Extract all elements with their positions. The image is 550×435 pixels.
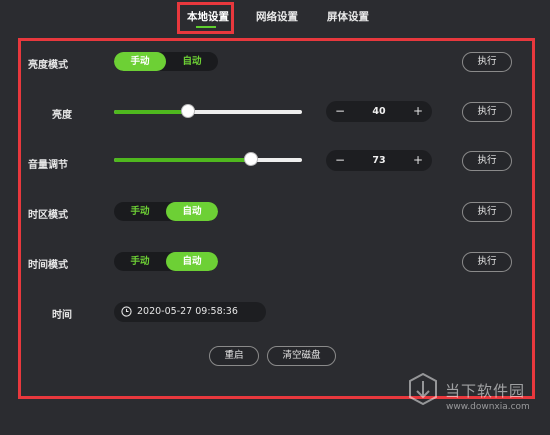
brightness-slider-fill	[114, 110, 188, 114]
timezone-mode-execute-button[interactable]: 执行	[462, 202, 512, 222]
brightness-slider-track[interactable]	[114, 104, 302, 118]
time-mode-manual-option[interactable]: 手动	[114, 252, 166, 271]
brightness-stepper: − 40 +	[326, 101, 432, 122]
brightness-mode-manual-option[interactable]: 手动	[114, 52, 166, 71]
timezone-mode-auto-option[interactable]: 自动	[166, 202, 218, 221]
clock-icon	[121, 306, 132, 317]
volume-stepper: − 73 +	[326, 150, 432, 171]
time-picker[interactable]: 2020-05-27 09:58:36	[114, 302, 266, 322]
brightness-increase-button[interactable]: +	[408, 101, 428, 122]
time-mode-toggle: 手动 自动	[114, 252, 218, 271]
timezone-mode-label: 时区模式	[28, 210, 68, 221]
clear-disk-button[interactable]: 清空磁盘	[267, 346, 336, 366]
brightness-mode-label: 亮度模式	[28, 60, 68, 71]
brightness-mode-toggle: 手动 自动	[114, 52, 218, 71]
brightness-label: 亮度	[52, 110, 72, 121]
content-highlight-box	[18, 38, 535, 399]
volume-label: 音量调节	[28, 160, 68, 171]
volume-slider-thumb[interactable]	[244, 152, 258, 166]
time-mode-label: 时间模式	[28, 260, 68, 271]
settings-page: 本地设置 网络设置 屏体设置 亮度模式 手动 自动 执行 亮度 − 40 + 执…	[0, 0, 550, 435]
brightness-mode-auto-option[interactable]: 自动	[166, 52, 218, 71]
timezone-mode-manual-option[interactable]: 手动	[114, 202, 166, 221]
brightness-mode-execute-button[interactable]: 执行	[462, 52, 512, 72]
volume-decrease-button[interactable]: −	[330, 150, 350, 171]
volume-increase-button[interactable]: +	[408, 150, 428, 171]
volume-slider-track[interactable]	[114, 152, 302, 166]
watermark-logo-icon	[409, 373, 437, 405]
time-mode-auto-option[interactable]: 自动	[166, 252, 218, 271]
watermark-url: www.downxia.com	[446, 402, 530, 412]
watermark-text: 当下软件园	[445, 382, 526, 400]
restart-button[interactable]: 重启	[209, 346, 259, 366]
tab-network-settings[interactable]: 网络设置	[256, 9, 298, 24]
tab-highlight-box	[177, 2, 234, 34]
brightness-decrease-button[interactable]: −	[330, 101, 350, 122]
timezone-mode-toggle: 手动 自动	[114, 202, 218, 221]
volume-value[interactable]: 73	[356, 150, 402, 171]
time-label: 时间	[52, 310, 72, 321]
time-mode-execute-button[interactable]: 执行	[462, 252, 512, 272]
tab-screen-settings[interactable]: 屏体设置	[327, 9, 369, 24]
brightness-execute-button[interactable]: 执行	[462, 102, 512, 122]
time-value: 2020-05-27 09:58:36	[137, 306, 238, 317]
brightness-value[interactable]: 40	[356, 101, 402, 122]
brightness-slider-thumb[interactable]	[181, 104, 195, 118]
volume-slider-fill	[114, 158, 251, 162]
volume-execute-button[interactable]: 执行	[462, 151, 512, 171]
tab-bar: 本地设置 网络设置 屏体设置	[0, 0, 550, 34]
